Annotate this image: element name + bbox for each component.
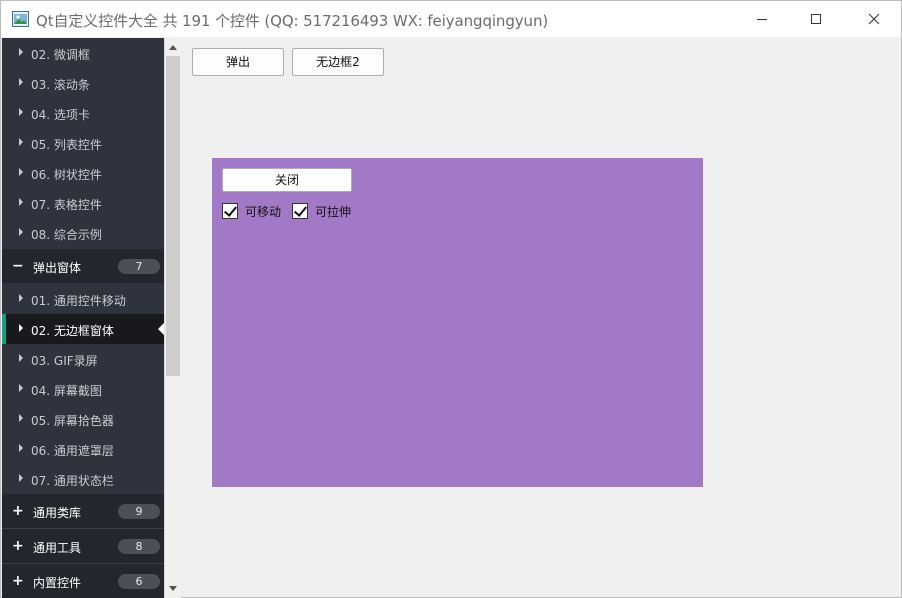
caret-right-icon	[19, 138, 23, 146]
resizable-checkbox[interactable]: 可拉伸	[292, 202, 351, 220]
triangle-down-icon	[169, 586, 177, 591]
sidebar-item[interactable]: 08. 综合示例	[2, 218, 164, 248]
sidebar-item-label: 03. GIF录屏	[31, 354, 98, 368]
sidebar-item[interactable]: 01. 通用控件移动	[2, 284, 164, 314]
sidebar-item-selected[interactable]: 02. 无边框窗体	[2, 314, 164, 344]
caret-right-icon	[19, 414, 23, 422]
minimize-icon	[757, 19, 767, 20]
sidebar-item-label: 05. 列表控件	[31, 138, 102, 152]
maximize-button[interactable]	[793, 1, 839, 37]
caret-right-icon	[19, 384, 23, 392]
sidebar-item-label: 07. 表格控件	[31, 198, 102, 212]
checkmark-icon[interactable]	[222, 203, 238, 219]
frameless-widget[interactable]: 关闭 可移动 可拉伸	[212, 158, 703, 487]
sidebar-item-label: 02. 微调框	[31, 48, 90, 62]
sidebar-item[interactable]: 02. 微调框	[2, 38, 164, 68]
sidebar-item[interactable]: 03. 滚动条	[2, 68, 164, 98]
sidebar-nav: 02. 微调框 03. 滚动条 04. 选项卡 05. 列表控件 06. 树状控…	[2, 38, 164, 598]
expand-icon: +	[12, 538, 24, 554]
sidebar-item-label: 05. 屏幕拾色器	[31, 414, 114, 428]
count-badge: 7	[118, 259, 160, 274]
sidebar-item-label: 06. 通用遮罩层	[31, 444, 114, 458]
scroll-thumb[interactable]	[166, 56, 180, 376]
checkmark-icon[interactable]	[292, 203, 308, 219]
caret-right-icon	[19, 198, 23, 206]
sidebar-item[interactable]: 05. 列表控件	[2, 128, 164, 158]
sidebar-item[interactable]: 07. 表格控件	[2, 188, 164, 218]
caret-right-icon	[19, 168, 23, 176]
expand-icon: +	[12, 503, 24, 519]
caret-right-icon	[19, 444, 23, 452]
sidebar-item-label: 01. 通用控件移动	[31, 294, 126, 308]
sidebar-item-label: 08. 综合示例	[31, 228, 102, 242]
sidebar-group-label: 弹出窗体	[33, 261, 82, 275]
sidebar-item-label: 02. 无边框窗体	[31, 324, 114, 338]
caret-right-icon	[19, 474, 23, 482]
sidebar-item[interactable]: 03. GIF录屏	[2, 344, 164, 374]
sidebar-item-label: 07. 通用状态栏	[31, 474, 114, 488]
sidebar-item[interactable]: 07. 通用状态栏	[2, 464, 164, 494]
minimize-button[interactable]	[739, 1, 785, 37]
count-badge: 9	[118, 504, 160, 519]
sidebar-group-tools[interactable]: + 通用工具 8	[2, 529, 164, 563]
sidebar-item[interactable]: 04. 屏幕截图	[2, 374, 164, 404]
sidebar-group-library[interactable]: + 通用类库 9	[2, 494, 164, 528]
sidebar-item[interactable]: 04. 选项卡	[2, 98, 164, 128]
close-icon	[868, 13, 880, 25]
caret-right-icon	[19, 48, 23, 56]
sidebar-item-label: 04. 选项卡	[31, 108, 90, 122]
sidebar-item-label: 04. 屏幕截图	[31, 384, 102, 398]
sidebar-item[interactable]: 06. 树状控件	[2, 158, 164, 188]
movable-checkbox-label: 可移动	[245, 204, 282, 219]
caret-right-icon	[19, 294, 23, 302]
close-window-button[interactable]	[851, 1, 897, 37]
title-bar[interactable]: Qt自定义控件大全 共 191 个控件 (QQ: 517216493 WX: f…	[1, 1, 901, 37]
frameless2-button[interactable]: 无边框2	[292, 48, 384, 76]
main-window: Qt自定义控件大全 共 191 个控件 (QQ: 517216493 WX: f…	[0, 0, 902, 598]
movable-checkbox[interactable]: 可移动	[222, 202, 281, 220]
caret-right-icon	[19, 108, 23, 116]
caret-right-icon	[19, 354, 23, 362]
maximize-icon	[811, 14, 821, 24]
sidebar-item-label: 06. 树状控件	[31, 168, 102, 182]
collapse-icon: −	[12, 258, 24, 274]
caret-right-icon	[19, 324, 23, 332]
scroll-down-button[interactable]	[165, 580, 181, 598]
window-title: Qt自定义控件大全 共 191 个控件 (QQ: 517216493 WX: f…	[36, 12, 549, 30]
caret-right-icon	[19, 78, 23, 86]
sidebar-group-popup[interactable]: − 弹出窗体 7	[2, 249, 164, 283]
sidebar-group-builtin[interactable]: + 内置控件 6	[2, 564, 164, 598]
sidebar-group-label: 通用类库	[33, 506, 82, 520]
popup-button[interactable]: 弹出	[192, 48, 284, 76]
resizable-checkbox-label: 可拉伸	[315, 204, 352, 219]
sidebar-scrollbar[interactable]	[164, 38, 181, 598]
sidebar-item[interactable]: 05. 屏幕拾色器	[2, 404, 164, 434]
selection-indicator	[2, 314, 6, 344]
count-badge: 6	[118, 574, 160, 589]
scroll-up-button[interactable]	[165, 38, 181, 56]
triangle-up-icon	[169, 45, 177, 50]
close-widget-button[interactable]: 关闭	[222, 168, 352, 192]
expand-icon: +	[12, 573, 24, 589]
sidebar-item[interactable]: 06. 通用遮罩层	[2, 434, 164, 464]
sidebar-group-label: 通用工具	[33, 541, 82, 555]
count-badge: 8	[118, 539, 160, 554]
caret-right-icon	[19, 228, 23, 236]
sidebar-item-label: 03. 滚动条	[31, 78, 90, 92]
sidebar-group-label: 内置控件	[33, 576, 82, 590]
picture-icon	[12, 11, 29, 27]
